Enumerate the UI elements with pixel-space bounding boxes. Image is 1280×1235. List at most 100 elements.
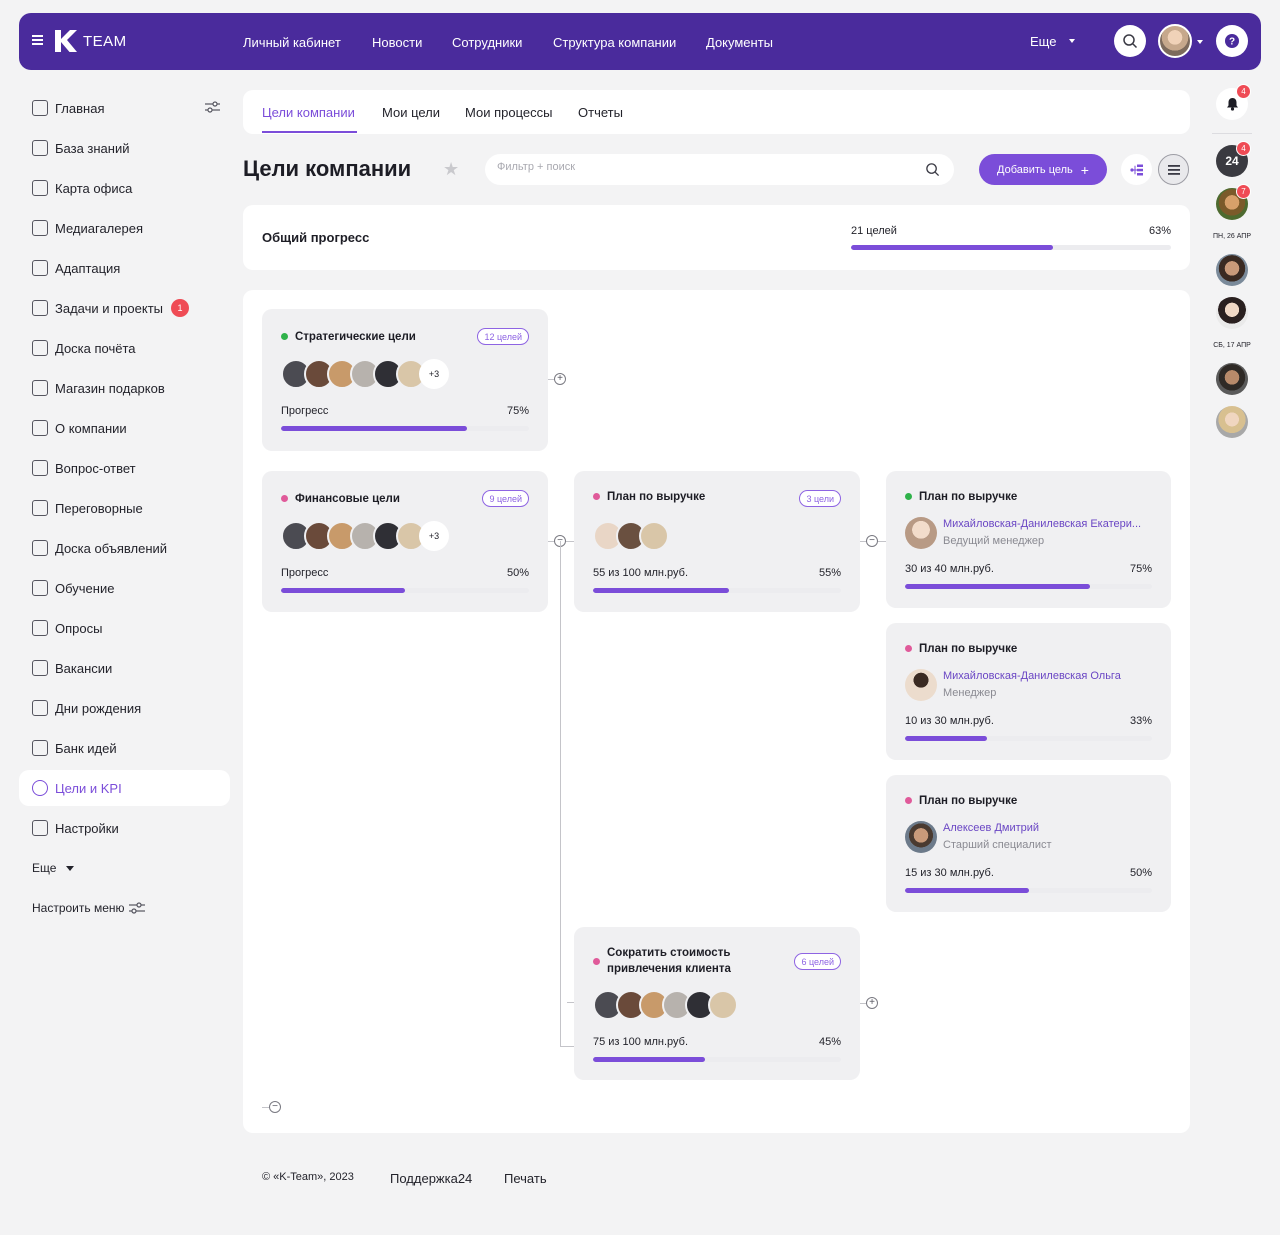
- status-dot: [905, 645, 912, 652]
- avatar[interactable]: [905, 669, 937, 701]
- sidebar-item-ideas[interactable]: Банк идей: [19, 730, 230, 766]
- chat-user-avatar[interactable]: [1216, 297, 1248, 329]
- participants-avatars[interactable]: [593, 521, 669, 551]
- sidebar-item-media[interactable]: Медиагалерея: [19, 210, 230, 246]
- sidebar-item-knowledge-base[interactable]: База знаний: [19, 130, 230, 166]
- search-icon: [1123, 34, 1138, 49]
- search-icon[interactable]: [925, 162, 940, 177]
- goal-card-reduce-acquisition-cost[interactable]: Сократить стоимость привлечения клиента …: [574, 927, 860, 1080]
- participants-avatars[interactable]: +3: [281, 521, 449, 551]
- sidebar-item-vacancies[interactable]: Вакансии: [19, 650, 230, 686]
- sidebar-item-office-map[interactable]: Карта офиса: [19, 170, 230, 206]
- participants-avatars[interactable]: [593, 990, 738, 1020]
- goal-card-revenue-plan[interactable]: План по выручке 3 цели 55 из 100 млн.руб…: [574, 471, 860, 612]
- sidebar-item-learning[interactable]: Обучение: [19, 570, 230, 606]
- tab-my-processes[interactable]: Мои процессы: [465, 105, 552, 120]
- menu-icon[interactable]: [32, 35, 43, 46]
- chevron-down-icon[interactable]: [1197, 40, 1203, 44]
- list-icon: [32, 300, 48, 316]
- goals-count-chip[interactable]: 12 целей: [477, 328, 529, 345]
- person-name-link[interactable]: Михайловская-Данилевская Екатери...: [943, 518, 1141, 530]
- chevron-down-icon[interactable]: [66, 866, 74, 871]
- tree-view-button[interactable]: [1121, 154, 1152, 185]
- goals-count-chip[interactable]: 9 целей: [482, 490, 529, 507]
- sidebar-item-about[interactable]: О компании: [19, 410, 230, 446]
- goals-count-chip[interactable]: 3 цели: [799, 490, 841, 507]
- lightbulb-icon: [32, 740, 48, 756]
- logo-k-icon[interactable]: [53, 28, 79, 54]
- goal-card-financial[interactable]: Финансовые цели 9 целей +3 Прогресс 50%: [262, 471, 548, 612]
- sidebar-item-label: Вопрос-ответ: [55, 460, 136, 476]
- progress-fill: [905, 736, 987, 741]
- progress-bar: [905, 736, 1152, 741]
- star-icon[interactable]: ★: [443, 159, 459, 180]
- sidebar-item-label: Доска почёта: [55, 340, 136, 356]
- nav-personal-cabinet[interactable]: Личный кабинет: [243, 35, 341, 50]
- sidebar-item-label: Доска объявлений: [55, 540, 168, 556]
- person-name-link[interactable]: Алексеев Дмитрий: [943, 822, 1039, 834]
- chat-user-avatar[interactable]: [1216, 406, 1248, 438]
- chevron-down-icon[interactable]: [1069, 39, 1075, 43]
- goal-card-strategic[interactable]: Стратегические цели 12 целей +3 Прогресс…: [262, 309, 548, 451]
- progress-bar: [905, 584, 1152, 589]
- collapse-node-icon[interactable]: −: [866, 535, 878, 547]
- meeting-icon: [32, 500, 48, 516]
- help-button[interactable]: ?: [1216, 25, 1248, 57]
- avatar[interactable]: [905, 517, 937, 549]
- tab-company-goals[interactable]: Цели компании: [262, 105, 355, 120]
- nav-more[interactable]: Еще: [1030, 34, 1056, 49]
- add-goal-button[interactable]: Добавить цель +: [979, 154, 1107, 185]
- chat-user-avatar[interactable]: [1216, 363, 1248, 395]
- goal-title: План по выручке: [607, 491, 706, 503]
- nav-documents[interactable]: Документы: [706, 35, 773, 50]
- collapse-node-icon[interactable]: −: [269, 1101, 281, 1113]
- sidebar-item-gift-shop[interactable]: Магазин подарков: [19, 370, 230, 406]
- goal-card-revenue-person-2[interactable]: План по выручке Михайловская-Данилевская…: [886, 623, 1171, 760]
- goals-count-chip[interactable]: 6 целей: [794, 953, 841, 970]
- nav-company-structure[interactable]: Структура компании: [553, 35, 676, 50]
- tab-my-goals[interactable]: Мои цели: [382, 105, 440, 120]
- sidebar-more[interactable]: Еще: [32, 861, 56, 875]
- progress-fill: [281, 426, 467, 431]
- gift-icon: [32, 380, 48, 396]
- expand-node-icon[interactable]: +: [554, 373, 566, 385]
- sliders-icon[interactable]: [129, 901, 145, 915]
- nav-news[interactable]: Новости: [372, 35, 422, 50]
- sidebar-item-honor-board[interactable]: Доска почёта: [19, 330, 230, 366]
- tab-reports[interactable]: Отчеты: [578, 105, 623, 120]
- support-link[interactable]: Поддержка24: [390, 1171, 472, 1186]
- goal-card-revenue-person-1[interactable]: План по выручке Михайловская-Данилевская…: [886, 471, 1171, 608]
- sidebar-item-meeting-rooms[interactable]: Переговорные: [19, 490, 230, 526]
- goal-card-revenue-person-3[interactable]: План по выручке Алексеев Дмитрий Старший…: [886, 775, 1171, 912]
- nav-employees[interactable]: Сотрудники: [452, 35, 522, 50]
- search-button[interactable]: [1114, 25, 1146, 57]
- search-input[interactable]: [497, 161, 907, 173]
- sliders-icon[interactable]: [205, 100, 220, 114]
- list-view-button[interactable]: [1158, 154, 1189, 185]
- sidebar-item-tasks[interactable]: Задачи и проекты 1: [19, 290, 230, 326]
- sidebar-item-faq[interactable]: Вопрос-ответ: [19, 450, 230, 486]
- search-field[interactable]: [485, 154, 954, 185]
- sidebar-item-polls[interactable]: Опросы: [19, 610, 230, 646]
- chat-user-avatar[interactable]: [1216, 254, 1248, 286]
- more-participants-badge[interactable]: +3: [419, 521, 449, 551]
- sidebar-item-settings[interactable]: Настройки: [19, 810, 230, 846]
- sidebar-item-label: Цели и KPI: [55, 780, 122, 796]
- expand-node-icon[interactable]: +: [866, 997, 878, 1009]
- goals-tree: + − − + − Стратегические цели 12 целей +…: [243, 290, 1190, 1133]
- progress-label: 55 из 100 млн.руб.: [593, 567, 689, 579]
- sidebar-item-ads-board[interactable]: Доска объявлений: [19, 530, 230, 566]
- sidebar-item-birthdays[interactable]: Дни рождения: [19, 690, 230, 726]
- print-link[interactable]: Печать: [504, 1171, 547, 1186]
- sidebar-item-goals-kpi[interactable]: Цели и KPI: [19, 770, 230, 806]
- configure-menu-link[interactable]: Настроить меню: [32, 901, 125, 915]
- home-grid-icon: [32, 100, 48, 116]
- person-name-link[interactable]: Михайловская-Данилевская Ольга: [943, 670, 1121, 682]
- avatar[interactable]: [905, 821, 937, 853]
- sidebar-item-home[interactable]: Главная: [19, 90, 230, 126]
- more-participants-badge[interactable]: +3: [419, 359, 449, 389]
- sidebar-item-adaptation[interactable]: Адаптация: [19, 250, 230, 286]
- participants-avatars[interactable]: +3: [281, 359, 449, 389]
- book-icon: [32, 140, 48, 156]
- user-avatar[interactable]: [1158, 24, 1192, 58]
